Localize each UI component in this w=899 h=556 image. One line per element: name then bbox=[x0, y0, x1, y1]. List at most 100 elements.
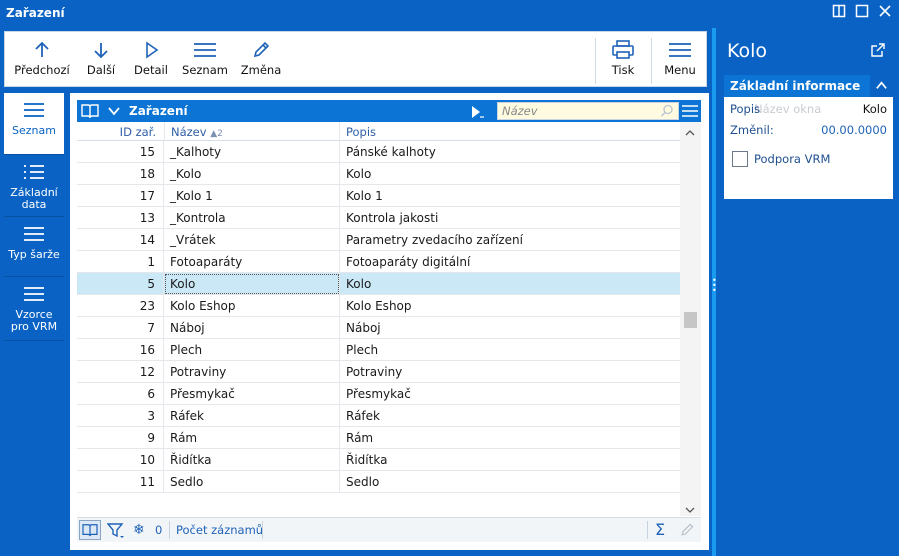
filter-icon[interactable] bbox=[106, 522, 125, 543]
grid-title: Zařazení bbox=[129, 104, 188, 118]
detail-title: Kolo bbox=[727, 40, 768, 62]
printer-icon bbox=[612, 40, 634, 59]
table-row[interactable]: 5 Kolo Kolo bbox=[77, 273, 680, 295]
cell-desc: Plech bbox=[346, 343, 379, 357]
filter-count: 0 bbox=[155, 523, 163, 537]
cell-id: 6 bbox=[77, 383, 164, 405]
nav-item-seznam[interactable]: Seznam bbox=[4, 93, 64, 155]
table-row[interactable]: 17 _Kolo 1 Kolo 1 bbox=[77, 185, 680, 207]
basic-info-header: Základní informace bbox=[724, 75, 893, 97]
sort-index: 2 bbox=[217, 129, 223, 139]
column-header-id[interactable]: ID zař. bbox=[77, 125, 164, 139]
table-row[interactable]: 13 _Kontrola Kontrola jakosti bbox=[77, 207, 680, 229]
basic-info-section: Základní informace Název okna Popis Kolo… bbox=[724, 75, 893, 199]
cell-desc: Kolo bbox=[346, 167, 372, 181]
previous-button[interactable]: Předchozí bbox=[11, 32, 73, 88]
detail-label: Detail bbox=[134, 63, 168, 77]
search-icon[interactable] bbox=[660, 104, 674, 121]
search-input[interactable]: Název bbox=[497, 102, 679, 120]
cell-id: 7 bbox=[77, 317, 164, 339]
footer-divider bbox=[262, 521, 263, 539]
play-dropdown-icon[interactable] bbox=[469, 104, 485, 123]
toolbar-divider bbox=[651, 38, 652, 84]
book-icon[interactable] bbox=[81, 103, 99, 122]
scroll-up-icon[interactable] bbox=[685, 126, 695, 140]
column-header-name[interactable]: Název ▲2 bbox=[164, 122, 340, 141]
table-row[interactable]: 12 Potraviny Potraviny bbox=[77, 361, 680, 383]
nav-item-zakladni-data[interactable]: Základní data bbox=[4, 155, 64, 217]
cell-id: 11 bbox=[77, 471, 164, 493]
search-placeholder: Název bbox=[502, 104, 538, 118]
collapse-section-button[interactable] bbox=[870, 75, 893, 97]
table-row[interactable]: 14 _Vrátek Parametry zvedacího zařízení bbox=[77, 229, 680, 251]
edit-button[interactable]: Změna bbox=[239, 32, 283, 88]
menu-button[interactable]: Menu bbox=[657, 32, 703, 88]
zmenil-label: Změnil: bbox=[730, 123, 774, 137]
nav-item-typ-sarze[interactable]: Typ šarže bbox=[4, 217, 64, 277]
cell-name: Kolo Eshop bbox=[164, 295, 340, 317]
table-row[interactable]: 3 Ráfek Ráfek bbox=[77, 405, 680, 427]
bullet-list-icon bbox=[24, 165, 44, 179]
grid-rows: 15 _Kalhoty Pánské kalhoty 18 _Kolo Kolo 17 _Ko… bbox=[77, 141, 680, 493]
popis-label: Popis bbox=[730, 102, 761, 116]
cell-desc: Rám bbox=[346, 431, 374, 445]
nav-item-label: Typ šarže bbox=[8, 248, 60, 261]
vertical-scrollbar[interactable] bbox=[680, 122, 701, 516]
table-row[interactable]: 18 _Kolo Kolo bbox=[77, 163, 680, 185]
chevron-down-icon[interactable] bbox=[107, 104, 121, 121]
cell-id: 3 bbox=[77, 405, 164, 427]
vrm-checkbox[interactable] bbox=[732, 151, 748, 167]
column-header-desc[interactable]: Popis bbox=[346, 125, 376, 139]
cell-name: _Kolo 1 bbox=[164, 185, 340, 207]
table-row[interactable]: 16 Plech Plech bbox=[77, 339, 680, 361]
next-button[interactable]: Další bbox=[81, 32, 121, 88]
list-label: Seznam bbox=[182, 63, 228, 77]
nav-item-label: Základní data bbox=[10, 186, 58, 211]
list-icon bbox=[194, 43, 216, 57]
splitter-grip-icon[interactable]: • • • bbox=[712, 277, 717, 295]
detail-panel: Kolo Základní informace Název okna Popis… bbox=[719, 28, 899, 556]
print-button[interactable]: Tisk bbox=[601, 32, 645, 88]
cell-id: 5 bbox=[77, 273, 164, 295]
scrollbar-thumb[interactable] bbox=[684, 312, 697, 328]
snowflake-icon[interactable]: ❄ bbox=[133, 522, 145, 538]
cell-desc: Řidítka bbox=[346, 453, 388, 467]
scroll-down-icon[interactable] bbox=[685, 503, 695, 517]
edit-label: Změna bbox=[240, 63, 282, 77]
maximize-icon[interactable] bbox=[852, 4, 872, 24]
restore-window-icon[interactable] bbox=[829, 4, 849, 24]
sum-icon[interactable]: Σ bbox=[655, 520, 665, 539]
popis-value: Kolo bbox=[862, 102, 887, 116]
nav-item-vzorce-pro-vrm[interactable]: Vzorce pro VRM bbox=[4, 277, 64, 341]
table-row[interactable]: 15 _Kalhoty Pánské kalhoty bbox=[77, 141, 680, 163]
detail-button[interactable]: Detail bbox=[131, 32, 171, 88]
list-icon bbox=[24, 103, 44, 117]
table-row[interactable]: 9 Rám Rám bbox=[77, 427, 680, 449]
cell-id: 23 bbox=[77, 295, 164, 317]
cell-id: 10 bbox=[77, 449, 164, 471]
cell-name: Ráfek bbox=[164, 405, 340, 427]
book-toggle-button[interactable] bbox=[79, 520, 101, 540]
nav-item-label: Vzorce pro VRM bbox=[10, 308, 58, 333]
table-row[interactable]: 7 Náboj Náboj bbox=[77, 317, 680, 339]
print-label: Tisk bbox=[611, 63, 635, 77]
cell-desc: Náboj bbox=[346, 321, 381, 335]
table-row[interactable]: 10 Řidítka Řidítka bbox=[77, 449, 680, 471]
table-row[interactable]: 6 Přesmykač Přesmykač bbox=[77, 383, 680, 405]
list-icon bbox=[24, 287, 44, 301]
cell-id: 17 bbox=[77, 185, 164, 207]
table-row[interactable]: 11 Sedlo Sedlo bbox=[77, 471, 680, 493]
list-button[interactable]: Seznam bbox=[181, 32, 229, 88]
table-row[interactable]: 23 Kolo Eshop Kolo Eshop bbox=[77, 295, 680, 317]
table-row[interactable]: 1 Fotoaparáty Fotoaparáty digitální bbox=[77, 251, 680, 273]
popout-icon[interactable] bbox=[871, 43, 885, 60]
chevron-up-icon bbox=[876, 81, 887, 89]
close-icon[interactable] bbox=[875, 4, 895, 24]
footer-divider bbox=[169, 521, 170, 539]
panel-splitter[interactable]: • • • bbox=[709, 28, 719, 556]
grid-menu-icon[interactable] bbox=[681, 103, 699, 122]
footer-divider bbox=[647, 521, 648, 539]
cell-id: 18 bbox=[77, 163, 164, 185]
record-count-button[interactable]: Počet záznamů bbox=[176, 523, 263, 537]
cell-desc: Parametry zvedacího zařízení bbox=[346, 233, 523, 247]
